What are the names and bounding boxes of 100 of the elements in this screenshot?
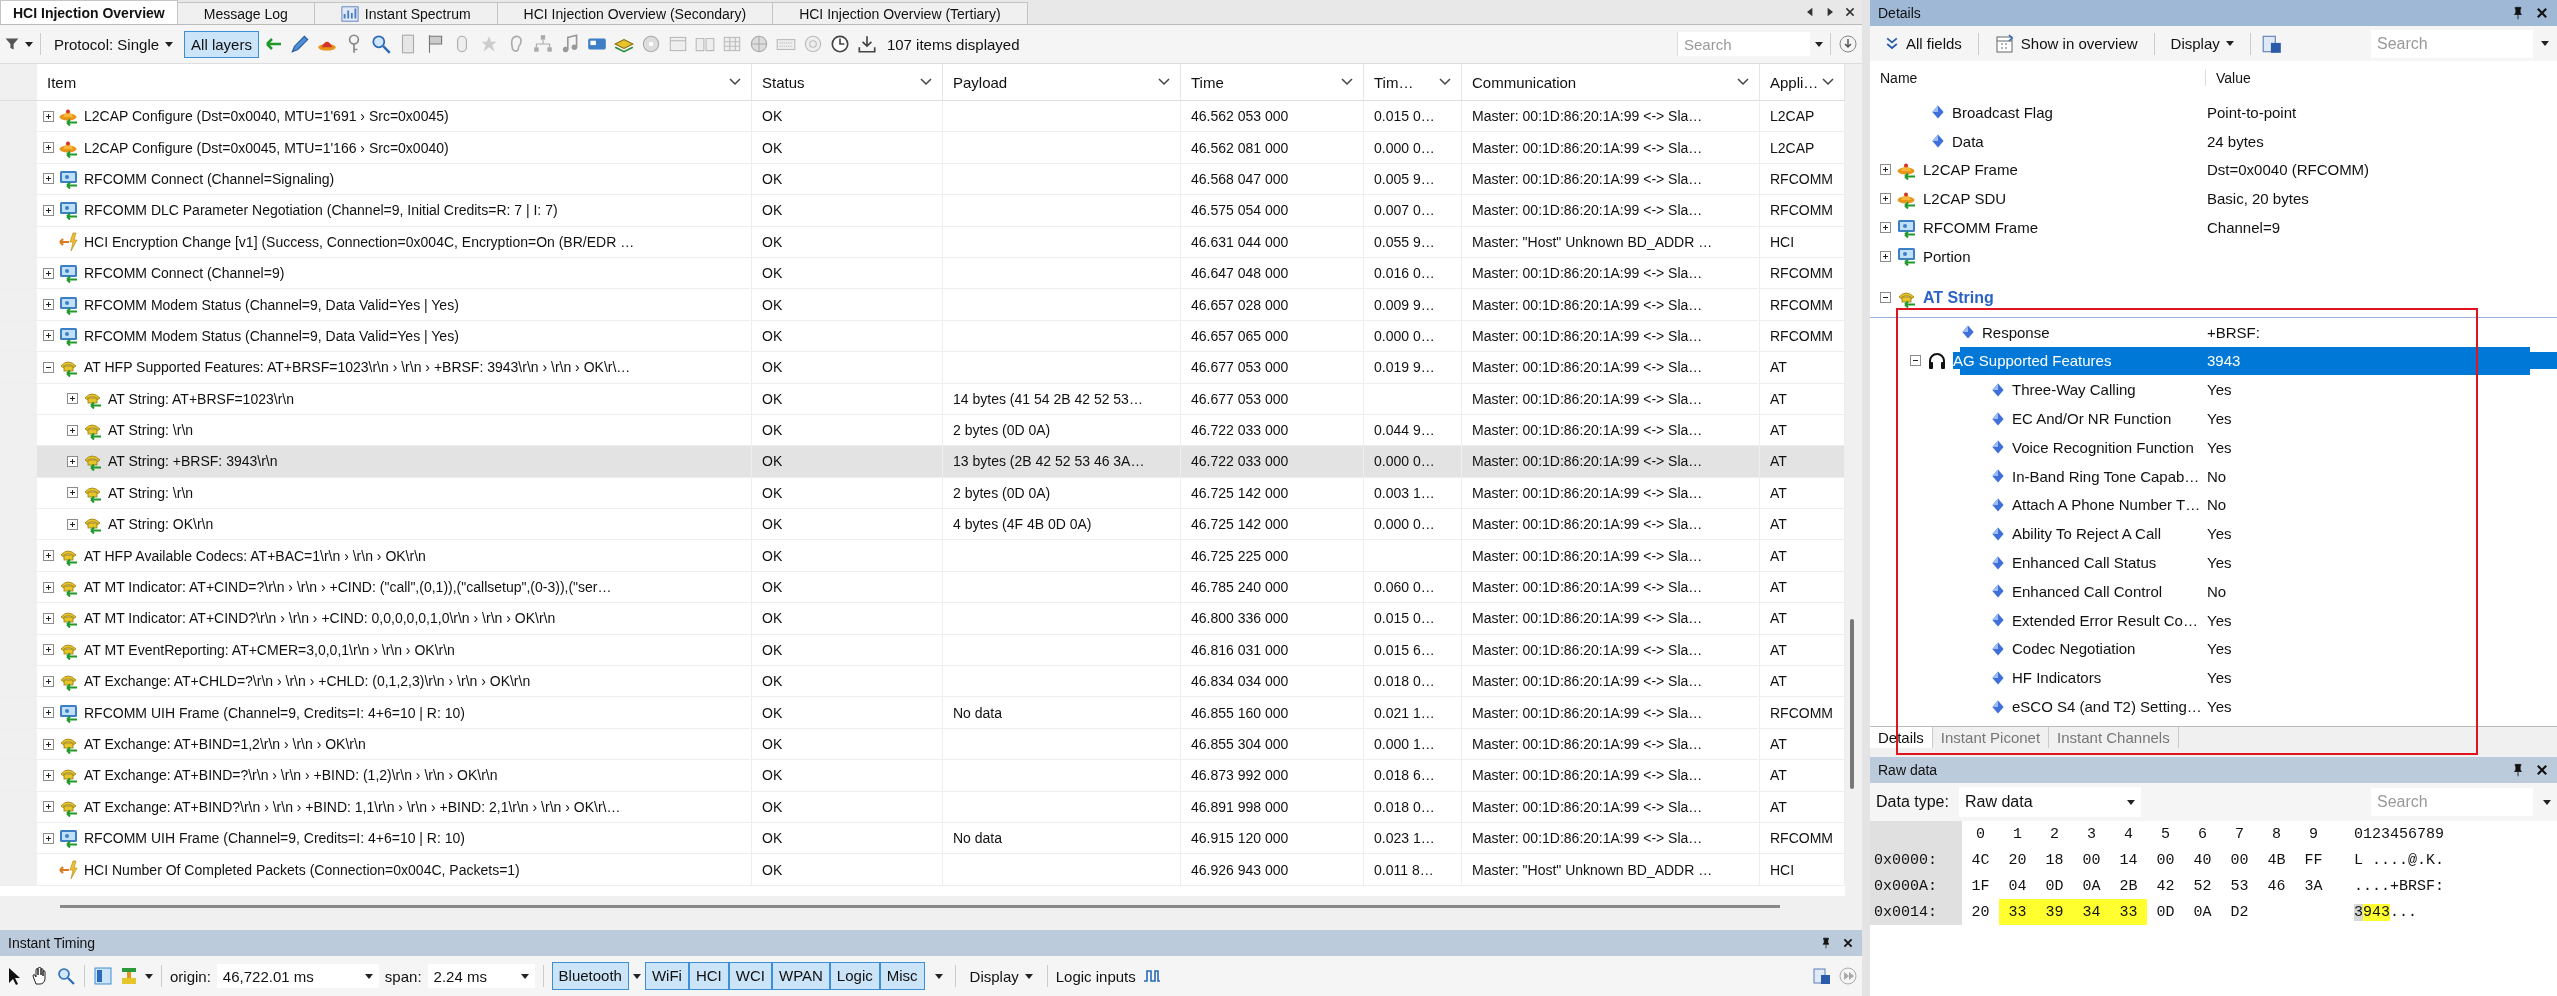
tree-row[interactable]: Data 24 bytes xyxy=(1870,126,2557,156)
close-icon[interactable] xyxy=(1842,937,1854,949)
search-field[interactable]: Search xyxy=(1677,32,1810,56)
collapse-icon[interactable] xyxy=(1910,355,1921,367)
table-row[interactable]: AT Exchange: AT+BIND?\r\n › \r\n › +BIND: 1,1\r\n › \r\n › +BIND: 2,1\r\n › \r\n › OK\r\… OK 46.891 998 000 0.018 0… Master: 00:1D:86:20:1A:99 <-> Sla… AT xyxy=(0,791,1845,823)
table-row[interactable]: RFCOMM Modem Status (Channel=9, Data Valid=Yes | Yes) OK 46.657 065 000 0.000 0… Master: 00:1D:86:20:1A:99 <-> Sla… RFCOMM xyxy=(0,320,1845,353)
data-type-dropdown[interactable]: Raw data xyxy=(1958,787,2141,817)
expand-icon[interactable] xyxy=(43,612,54,624)
tab[interactable]: Instant Spectrum xyxy=(313,2,498,24)
expand-icon[interactable] xyxy=(67,518,78,530)
expand-icon[interactable] xyxy=(43,550,54,562)
search-icon[interactable] xyxy=(56,966,76,986)
column-header[interactable]: Tim… xyxy=(1364,64,1462,100)
filter-toggle[interactable]: WiFi xyxy=(644,962,689,990)
filter-toggle[interactable]: Misc xyxy=(879,962,925,990)
tab[interactable]: HCI Injection Overview xyxy=(0,0,178,24)
tree-row[interactable]: Extended Error Result Co… Yes xyxy=(1870,605,2557,635)
table-row[interactable]: AT HFP Available Codecs: AT+BAC=1\r\n › \r\n › OK\r\n OK 46.725 225 000 Master: 00:1D:86:20:1A:99 <-> Sla… AT xyxy=(0,540,1845,572)
table-row[interactable]: AT String: OK\r\n OK 4 bytes (4F 4B 0D 0A) 46.725 142 000 0.000 0… Master: 00:1D:86:20:1A:99 <-> Sla… AT xyxy=(0,509,1845,541)
expand-icon[interactable] xyxy=(1880,222,1891,234)
expand-icon[interactable] xyxy=(43,299,54,311)
tree-row[interactable]: HF Indicators Yes xyxy=(1870,663,2557,693)
tab[interactable]: HCI Injection Overview (Secondary) xyxy=(496,2,774,24)
pencil-icon[interactable] xyxy=(288,33,311,55)
tree-row[interactable]: Enhanced Call Control No xyxy=(1870,576,2557,606)
column-header[interactable]: Value xyxy=(2205,69,2435,86)
table-row[interactable]: AT MT Indicator: AT+CIND=?\r\n › \r\n › +CIND: ("call",(0,1)),("callsetup",(0-3)),("ser… OK 46.785 240 000 0.060 0… Master: 00:1D:86:20:1A:99 <-> Sla… AT xyxy=(0,571,1845,604)
tree-row[interactable]: Response +BRSF: xyxy=(1870,317,2557,347)
table-row[interactable]: RFCOMM UIH Frame (Channel=9, Credits=I: 4+6=10 | R: 10) OK No data 46.915 120 000 0.023 1… Master: 00:1D:86:20:1A:99 <-> Sla… RFCOMM xyxy=(0,823,1845,855)
table-row[interactable]: AT MT EventReporting: AT+CMER=3,0,0,1\r\n › \r\n › OK\r\n OK 46.816 031 000 0.015 6… Master: 00:1D:86:20:1A:99 <-> Sla… AT xyxy=(0,634,1845,667)
close-icon[interactable] xyxy=(2535,763,2549,777)
tree-row[interactable]: Codec Negotiation Yes xyxy=(1870,634,2557,664)
tab[interactable]: HCI Injection Overview (Tertiary) xyxy=(772,2,1028,24)
expand-icon[interactable] xyxy=(43,267,54,279)
display-menu[interactable]: Display xyxy=(963,964,1039,988)
expand-icon[interactable] xyxy=(43,675,54,687)
table-row[interactable]: L2CAP Configure (Dst=0x0040, MTU=1'691 › Src=0x0045) OK 46.562 053 000 0.015 0… Master: 00:1D:86:20:1A:99 <-> Sla… L2CAP xyxy=(0,101,1845,133)
tree-row[interactable]: Broadcast Flag Point-to-point xyxy=(1870,98,2557,127)
table-row[interactable]: RFCOMM DLC Parameter Negotiation (Channel=9, Initial Credits=R: 7 | I: 7) OK 46.575 054 000 0.007 0… Master: 00:1D:86:20:1A:99 <-> Sla… RFCOMM xyxy=(0,195,1845,227)
tree-row[interactable]: L2CAP Frame Dst=0x0040 (RFCOMM) xyxy=(1870,155,2557,185)
close-icon[interactable] xyxy=(1844,6,1856,18)
span-field[interactable]: 2.24 ms xyxy=(427,964,535,988)
save-icon[interactable] xyxy=(1812,966,1832,986)
tree-row[interactable]: EC And/Or NR Function Yes xyxy=(1870,404,2557,433)
expand-icon[interactable] xyxy=(43,581,54,593)
filter-icon[interactable] xyxy=(4,36,20,52)
expand-icon[interactable] xyxy=(43,801,54,813)
scrollbar[interactable] xyxy=(1845,64,1862,896)
pin-icon[interactable] xyxy=(2511,763,2525,777)
tree-row[interactable]: Enhanced Call Status Yes xyxy=(1870,548,2557,577)
protocol-dropdown[interactable]: Protocol: Single xyxy=(48,32,180,56)
tree-row[interactable]: Voice Recognition Function Yes xyxy=(1870,432,2557,462)
origin-field[interactable]: 46,722.01 ms xyxy=(216,964,379,988)
filter-toggle[interactable]: WCI xyxy=(728,962,772,990)
search-field[interactable]: Search xyxy=(2371,788,2533,816)
expand-icon[interactable] xyxy=(43,644,54,656)
tab[interactable]: Message Log xyxy=(176,2,315,24)
table-row[interactable]: RFCOMM UIH Frame (Channel=9, Credits=I: 4+6=10 | R: 10) OK No data 46.855 160 000 0.021 1… Master: 00:1D:86:20:1A:99 <-> Sla… RFCOMM xyxy=(0,697,1845,729)
columns-icon[interactable] xyxy=(93,966,113,986)
tree-row[interactable]: In-Band Ring Tone Capab… No xyxy=(1870,461,2557,491)
all-fields-button[interactable]: All fields xyxy=(1878,32,1968,55)
collapse-icon[interactable] xyxy=(1880,292,1891,304)
search-icon[interactable] xyxy=(369,33,392,55)
table-row[interactable]: RFCOMM Connect (Channel=9) OK 46.647 048 000 0.016 0… Master: 00:1D:86:20:1A:99 <-> Sla… RFCOMM xyxy=(0,257,1845,290)
expand-icon[interactable] xyxy=(43,110,54,122)
tree-row[interactable]: RFCOMM Frame Channel=9 xyxy=(1870,213,2557,242)
table-row[interactable]: AT MT Indicator: AT+CIND?\r\n › \r\n › +CIND: 0,0,0,0,0,1,0\r\n › \r\n › OK\r\n OK 46.800 336 000 0.015 0… Master: 00:1D:86:20:1A:99 <-> Sla… AT xyxy=(0,603,1845,635)
table-row[interactable]: AT Exchange: AT+BIND=1,2\r\n › \r\n › OK\r\n OK 46.855 304 000 0.000 1… Master: 00:1D:86:20:1A:99 <-> Sla… AT xyxy=(0,728,1845,761)
all-layers-button[interactable]: All layers xyxy=(184,30,259,58)
tree-row[interactable]: Attach A Phone Number T… No xyxy=(1870,490,2557,520)
column-header[interactable]: Item xyxy=(37,64,752,100)
display-menu[interactable]: Display xyxy=(2164,32,2240,55)
filter-toggle[interactable]: HCI xyxy=(688,962,729,990)
table-row[interactable]: AT Exchange: AT+BIND=?\r\n › \r\n › +BIND: (1,2)\r\n › \r\n › OK\r\n OK 46.873 992 000 0.018 6… Master: 00:1D:86:20:1A:99 <-> Sla… AT xyxy=(0,760,1845,792)
tree-row[interactable]: AT String xyxy=(1870,278,2557,318)
tab[interactable]: Instant Channels xyxy=(2049,727,2179,748)
horizontal-scrollbar[interactable] xyxy=(0,896,1862,916)
expand-icon[interactable] xyxy=(43,173,54,185)
tree-row[interactable]: Three-Way Calling Yes xyxy=(1870,375,2557,405)
tree-row[interactable]: eSCO S4 (and T2) Setting… Yes xyxy=(1870,692,2557,721)
table-row[interactable]: L2CAP Configure (Dst=0x0045, MTU=1'166 › Src=0x0040) OK 46.562 081 000 0.000 0… Master: 00:1D:86:20:1A:99 <-> Sla… L2CAP xyxy=(0,132,1845,164)
expand-icon[interactable] xyxy=(67,393,78,405)
table-row[interactable]: HCI Number Of Completed Packets (Connection=0x004C, Packets=1) OK 46.926 943 000 0.011 8… Master: "Host" Unknown BD_ADDR … HCI xyxy=(0,854,1845,886)
tree-row[interactable]: Ability To Reject A Call Yes xyxy=(1870,519,2557,549)
expand-icon[interactable] xyxy=(43,330,54,342)
pin-icon[interactable] xyxy=(1820,937,1832,949)
expand-icon[interactable] xyxy=(67,424,78,436)
expand-icon[interactable] xyxy=(67,456,78,467)
download-icon[interactable] xyxy=(855,33,878,55)
table-row[interactable]: AT HFP Supported Features: AT+BRSF=1023\r\n › \r\n › +BRSF: 3943\r\n › \r\n › OK\r\… OK 46.677 053 000 0.019 9… Master: 00:1D:86:20:1A:99 <-> Sla… AT xyxy=(0,352,1845,384)
expand-icon[interactable] xyxy=(43,738,54,750)
table-row[interactable]: RFCOMM Connect (Channel=Signaling) OK 46.568 047 000 0.005 9… Master: 00:1D:86:20:1A:99 <-> Sla… RFCOMM xyxy=(0,163,1845,196)
column-header[interactable]: Time xyxy=(1181,64,1364,100)
column-header[interactable]: Status xyxy=(752,64,943,100)
tab[interactable]: Instant Piconet xyxy=(1932,727,2050,748)
expand-icon[interactable] xyxy=(43,142,54,154)
show-in-overview-button[interactable]: Show in overview xyxy=(1988,30,2144,57)
expand-icon[interactable] xyxy=(1880,164,1891,176)
collapse-icon[interactable] xyxy=(43,361,54,373)
table-row[interactable]: RFCOMM Modem Status (Channel=9, Data Valid=Yes | Yes) OK 46.657 028 000 0.009 9… Master: 00:1D:86:20:1A:99 <-> Sla… RFCOMM xyxy=(0,289,1845,321)
